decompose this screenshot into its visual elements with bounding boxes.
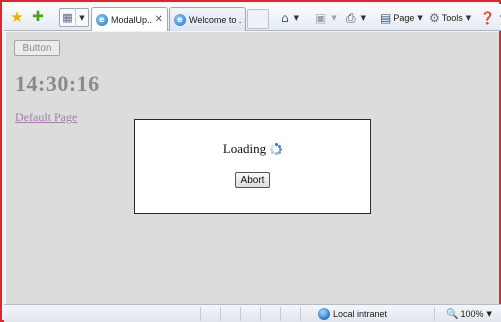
print-button[interactable]: ⎙ ▼ <box>346 9 366 27</box>
status-divider <box>220 307 221 321</box>
browser-toolbar: ★ ✚ ▦ ▼ e ModalUp... ✕ e Welcome to ... … <box>4 4 501 31</box>
quick-tabs-icon: ▦ <box>60 8 76 27</box>
abort-button[interactable]: Abort <box>235 172 270 188</box>
chevron-down-icon[interactable]: ▼ <box>331 14 336 22</box>
chevron-down-icon[interactable]: ▼ <box>486 310 491 318</box>
status-divider <box>200 307 201 321</box>
tab-welcome[interactable]: e Welcome to ... <box>169 7 246 31</box>
status-divider <box>300 307 301 321</box>
magnifier-icon: 🔍 <box>446 308 459 320</box>
status-divider <box>260 307 261 321</box>
page-button[interactable]: Button <box>14 40 60 56</box>
tab-modalupdate[interactable]: e ModalUp... ✕ <box>91 7 168 31</box>
page-icon: ▤ <box>380 11 392 25</box>
help-icon: ❓ <box>480 11 495 25</box>
status-divider <box>280 307 281 321</box>
tab-label: ModalUp... <box>111 14 152 25</box>
chevron-down-icon[interactable]: ▼ <box>361 14 366 22</box>
chevron-down-icon[interactable]: ▼ <box>417 14 422 22</box>
spinner-icon <box>270 143 283 155</box>
loading-text: Loading <box>222 141 267 156</box>
globe-icon <box>318 308 330 320</box>
browser-window: ★ ✚ ▦ ▼ e ModalUp... ✕ e Welcome to ... … <box>0 0 501 322</box>
new-tab-button[interactable] <box>247 9 269 29</box>
favorites-star-icon[interactable]: ★ <box>9 9 25 25</box>
clock-display: 14:30:16 <box>15 71 100 96</box>
quick-tabs-button[interactable]: ▦ ▼ <box>59 8 89 27</box>
tools-menu-label: Tools <box>441 13 463 23</box>
home-icon: ⌂ <box>281 11 289 25</box>
page-menu-button[interactable]: ▤ Page ▼ <box>380 9 423 27</box>
loading-modal: Loading Abort <box>134 119 371 214</box>
chevron-down-icon[interactable]: ▼ <box>76 14 88 22</box>
feeds-button[interactable]: ▣ ▼ <box>315 9 337 27</box>
close-tab-icon[interactable]: ✕ <box>155 14 163 25</box>
status-divider <box>240 307 241 321</box>
loading-row: Loading <box>135 141 370 157</box>
tab-label: Welcome to ... <box>189 14 241 25</box>
help-button[interactable]: ❓ ▼ <box>480 9 501 27</box>
chevron-down-icon[interactable]: ▼ <box>466 14 471 22</box>
status-divider <box>434 307 435 321</box>
print-icon: ⎙ <box>346 10 356 25</box>
gear-icon: ⚙ <box>429 11 440 25</box>
security-zone[interactable]: Local intranet <box>318 307 387 321</box>
zone-label: Local intranet <box>333 309 388 319</box>
ie-page-icon: e <box>174 13 186 26</box>
zoom-level: 100% <box>460 309 484 319</box>
tools-menu-button[interactable]: ⚙ Tools ▼ <box>429 9 471 27</box>
page-content: Button 14:30:16 Default Page Loading Abo… <box>6 32 499 304</box>
default-page-link[interactable]: Default Page <box>15 110 77 125</box>
add-favorite-icon[interactable]: ✚ <box>30 9 46 25</box>
feeds-icon: ▣ <box>315 11 327 25</box>
zoom-control[interactable]: 🔍 100% ▼ <box>446 307 492 321</box>
ie-page-icon: e <box>96 13 108 26</box>
chevron-down-icon[interactable]: ▼ <box>294 14 299 22</box>
status-bar: Local intranet 🔍 100% ▼ <box>4 304 501 322</box>
home-button[interactable]: ⌂ ▼ <box>281 9 299 27</box>
page-menu-label: Page <box>393 13 415 23</box>
